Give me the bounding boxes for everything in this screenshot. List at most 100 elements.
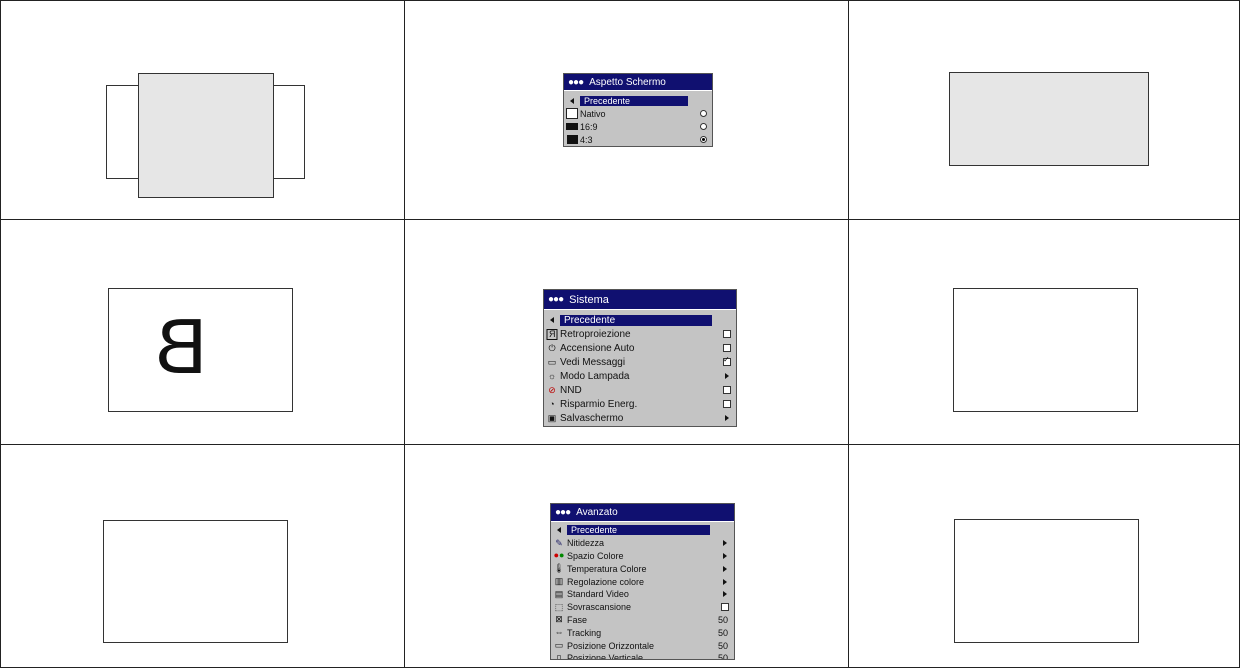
menu-item-label: Salvaschermo <box>560 412 624 424</box>
submenu-arrow-icon <box>716 565 734 572</box>
menu-item-label: Nativo <box>580 108 606 119</box>
menu-item-posizione-orizzontale[interactable]: ▭ Posizione Orizzontale 50 <box>551 639 734 652</box>
menu-item-label: Precedente <box>580 95 688 106</box>
radio-button[interactable] <box>694 110 712 117</box>
menu-item-accensione-auto[interactable]: ⏻ Accensione Auto <box>544 341 736 355</box>
menu-item-label: Spazio Colore <box>567 550 624 561</box>
row-divider <box>0 219 1240 220</box>
menu-item-standard-video[interactable]: ▤ Standard Video <box>551 588 734 601</box>
message-bubble-icon: ▭ <box>547 356 557 367</box>
menu-item-label: Modo Lampada <box>560 370 630 382</box>
menu-item-tracking[interactable]: ⇔ Tracking 50 <box>551 626 734 639</box>
menu-item-retroproiezione[interactable]: R Retroproiezione <box>544 327 736 341</box>
h-position-icon: ▭ <box>554 640 564 651</box>
checkbox[interactable] <box>718 400 736 408</box>
column-divider <box>848 0 849 668</box>
menu-dots-icon: ●●● <box>548 294 564 305</box>
menu-item-precedente[interactable]: Precedente <box>544 313 736 327</box>
submenu-arrow-icon <box>716 591 734 598</box>
power-save-icon: ◔ <box>549 398 555 409</box>
menu-item-label: 4:3 <box>580 134 593 145</box>
submenu-arrow-icon <box>718 415 736 421</box>
menu-item-label: Fase <box>567 614 588 625</box>
menu-item-value: 50 <box>717 653 728 660</box>
v-position-icon: ▯ <box>556 652 562 660</box>
radio-button[interactable] <box>694 123 712 130</box>
nnd-icon: ⊘ <box>548 384 556 395</box>
lamp-icon: ☼ <box>547 370 557 381</box>
back-arrow-icon <box>564 97 580 104</box>
menu-item-label: NND <box>560 384 582 396</box>
sharpness-icon: ✎ <box>555 537 563 548</box>
mirrored-letter: B <box>155 302 208 390</box>
white-square-icon <box>564 108 580 119</box>
menu-items: Precedente ✎ Nitidezza ●● Spazio Colore 🌡︎ Tem… <box>551 522 734 660</box>
menu-item-fase[interactable]: ⊠ Fase 50 <box>551 614 734 627</box>
menu-item-label: Posizione Orizzontale <box>567 640 655 651</box>
submenu-arrow-icon <box>716 578 734 585</box>
checkbox[interactable] <box>718 386 736 394</box>
menu-item-modo-lampada[interactable]: ☼ Modo Lampada <box>544 369 736 383</box>
menu-item-label: Retroproiezione <box>560 328 631 340</box>
menu-item-label: Precedente <box>560 314 712 326</box>
checkbox[interactable] <box>716 603 734 612</box>
menu-item-label: Standard Video <box>567 589 629 600</box>
menu-item-nitidezza[interactable]: ✎ Nitidezza <box>551 537 734 550</box>
menu-item-spazio-colore[interactable]: ●● Spazio Colore <box>551 550 734 563</box>
menu-title-bar: ●●● Aspetto Schermo <box>564 74 712 91</box>
menu-item-label: Risparmio Energ. <box>560 398 638 410</box>
checkbox[interactable] <box>718 355 736 366</box>
menu-item-salvaschermo[interactable]: ▣ Salvaschermo <box>544 411 736 425</box>
back-arrow-icon <box>551 527 567 534</box>
menu-item-label: Temperatura Colore <box>567 563 647 574</box>
menu-item-label: Nitidezza <box>567 538 605 549</box>
menu-item-16-9[interactable]: 16:9 <box>564 120 712 133</box>
menu-item-vedi-messaggi[interactable]: ▭ Vedi Messaggi <box>544 355 736 369</box>
wide-screen-illustration <box>949 72 1149 166</box>
tracking-icon: ⇔ <box>554 627 564 638</box>
phase-icon: ⊠ <box>555 614 563 625</box>
menu-item-regolazione-colore[interactable]: ▥ Regolazione colore <box>551 575 734 588</box>
submenu-arrow-icon <box>716 552 734 559</box>
blank-screen-illustration <box>954 519 1139 643</box>
aspect-ratio-menu: ●●● Aspetto Schermo Precedente Nativo 16:9… <box>563 73 713 147</box>
menu-item-precedente[interactable]: Precedente <box>551 524 734 537</box>
advanced-menu: ●●● Avanzato Precedente ✎ Nitidezza ●● Spazi… <box>550 503 735 660</box>
submenu-arrow-icon <box>718 373 736 379</box>
checkbox[interactable] <box>718 344 736 352</box>
menu-title-bar: ●●● Avanzato <box>551 504 734 522</box>
menu-item-risparmio-energ-[interactable]: ◔ Risparmio Energ. <box>544 397 736 411</box>
menu-item-label: Vedi Messaggi <box>560 356 626 368</box>
menu-item-sovrascansione[interactable]: ⬚ Sovrascansione <box>551 601 734 614</box>
radio-button[interactable] <box>694 136 712 143</box>
menu-item-4-3[interactable]: 4:3 <box>564 133 712 146</box>
menu-title: Avanzato <box>576 507 618 518</box>
video-standard-icon: ▤ <box>554 588 564 599</box>
menu-items: Precedente Nativo 16:9 4:3 <box>564 91 712 146</box>
overscan-icon: ⬚ <box>554 601 564 612</box>
blank-screen-illustration <box>953 288 1138 412</box>
menu-item-nativo[interactable]: Nativo <box>564 107 712 120</box>
black-wide-rect-icon <box>564 123 580 130</box>
menu-item-value: 50 <box>717 614 728 625</box>
black-square-icon <box>564 135 580 144</box>
menu-item-temperatura-colore[interactable]: 🌡︎ Temperatura Colore <box>551 562 734 575</box>
menu-item-nnd[interactable]: ⊘ NND <box>544 383 736 397</box>
menu-dots-icon: ●●● <box>568 76 584 88</box>
menu-item-posizione-verticale[interactable]: ▯ Posizione Verticale 50 <box>551 652 734 660</box>
rear-projection-illustration: B <box>108 288 293 412</box>
auto-power-icon: ⏻ <box>548 342 556 353</box>
screensaver-icon: ▣ <box>547 412 557 423</box>
menu-item-label: Sovrascansione <box>567 602 632 613</box>
menu-item-label: 16:9 <box>580 121 598 132</box>
submenu-arrow-icon <box>716 540 734 547</box>
rear-projection-icon: R <box>546 328 558 340</box>
menu-item-precedente[interactable]: Precedente <box>564 94 712 107</box>
menu-dots-icon: ●●● <box>555 507 571 518</box>
menu-item-label: Posizione Verticale <box>567 653 644 660</box>
menu-items: Precedente R Retroproiezione ⏻ Accensione Au… <box>544 310 736 425</box>
row-divider <box>0 444 1240 445</box>
thermometer-icon: 🌡︎ <box>553 563 565 574</box>
menu-item-value: 50 <box>717 640 728 651</box>
checkbox[interactable] <box>718 330 736 338</box>
